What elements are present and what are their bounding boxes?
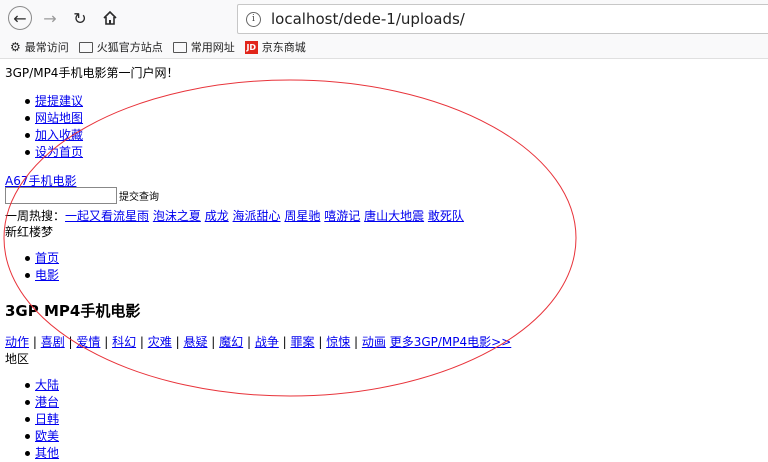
genre-separator: |: [350, 335, 362, 349]
hot-search-link[interactable]: 海派甜心: [233, 209, 281, 223]
genre-separator: |: [29, 335, 41, 349]
bookmarks-bar: ⚙ 最常访问 火狐官方站点 常用网址 JD 京东商城: [0, 36, 768, 59]
region-item-link[interactable]: 大陆: [35, 378, 59, 392]
bookmark-most-visited[interactable]: ⚙ 最常访问: [10, 39, 69, 55]
arrow-right-icon: →: [43, 8, 57, 28]
hot-search: 一周热搜：一起又看流星雨 泡沫之夏 成龙 海派甜心 周星驰 嘻游记 唐山大地震 …: [5, 207, 464, 224]
region-item: 其他: [5, 445, 59, 462]
folder-icon: [172, 41, 187, 53]
region-item-link[interactable]: 欧美: [35, 429, 59, 443]
back-button[interactable]: ←: [8, 6, 32, 30]
submit-query-button[interactable]: 提交查询: [119, 188, 159, 203]
hot-search-link[interactable]: 泡沫之夏: [153, 209, 201, 223]
genre-link[interactable]: 喜剧: [41, 335, 65, 349]
hot-search-link[interactable]: 周星驰: [284, 209, 320, 223]
home-icon: [103, 10, 117, 25]
genre-links: 动作 | 喜剧 | 爱情 | 科幻 | 灾难 | 悬疑 | 魔幻 | 战争 | …: [5, 333, 511, 350]
featured-title: 新红楼梦: [5, 225, 54, 239]
bookmark-jd[interactable]: JD 京东商城: [244, 39, 306, 55]
hot-search-link[interactable]: 成龙: [205, 209, 229, 223]
tagline: 3GP/MP4手机电影第一门户网！: [5, 66, 179, 80]
top-link-item: 提提建议: [5, 93, 83, 110]
reload-icon: ↻: [73, 8, 87, 28]
region-item: 大陆: [5, 377, 59, 394]
genre-separator: |: [314, 335, 327, 349]
genre-link[interactable]: 灾难: [148, 335, 172, 349]
region-list: 大陆港台日韩欧美其他: [5, 377, 59, 462]
genre-separator: |: [100, 335, 113, 349]
genre-link[interactable]: 科幻: [112, 335, 136, 349]
hot-search-link[interactable]: 嘻游记: [324, 209, 360, 223]
region-item: 欧美: [5, 428, 59, 445]
top-link-item: 加入收藏: [5, 127, 83, 144]
top-link-item: 网站地图: [5, 110, 83, 127]
genre-link[interactable]: 魔幻: [219, 335, 243, 349]
genre-link[interactable]: 悬疑: [183, 335, 207, 349]
nav-item-link[interactable]: 电影: [35, 268, 59, 282]
info-icon[interactable]: i: [246, 11, 261, 27]
search-input[interactable]: [5, 187, 117, 204]
url-text: localhost/dede-1/uploads/: [271, 10, 465, 28]
jd-icon: JD: [244, 40, 258, 54]
address-bar[interactable]: i localhost/dede-1/uploads/: [237, 4, 768, 34]
top-link-item-link[interactable]: 加入收藏: [35, 128, 83, 142]
nav-list: 首页 电影: [5, 250, 59, 284]
more-movies-link[interactable]: 更多3GP/MP4电影>>: [390, 335, 512, 349]
genre-link[interactable]: 动画: [362, 335, 386, 349]
genre-link[interactable]: 罪案: [291, 335, 315, 349]
top-link-item-link[interactable]: 提提建议: [35, 94, 83, 108]
gear-icon: ⚙: [10, 40, 21, 54]
bookmark-label: 最常访问: [24, 41, 69, 54]
genre-link[interactable]: 爱情: [76, 335, 100, 349]
genre-separator: |: [243, 335, 255, 349]
nav-item: 电影: [5, 267, 59, 284]
region-item-link[interactable]: 日韩: [35, 412, 59, 426]
bookmark-label: 火狐官方站点: [96, 41, 163, 54]
genre-separator: |: [136, 335, 148, 349]
browser-toolbar: ← → ↻ i localhost/dede-1/uploads/: [0, 0, 768, 36]
genre-link[interactable]: 战争: [255, 335, 279, 349]
bookmark-firefox-sites[interactable]: 火狐官方站点: [78, 39, 163, 55]
hot-search-link[interactable]: 敢死队: [428, 209, 464, 223]
top-link-item: 设为首页: [5, 144, 83, 161]
genre-separator: |: [64, 335, 77, 349]
region-item: 日韩: [5, 411, 59, 428]
home-button[interactable]: [98, 6, 122, 30]
bookmark-common-sites[interactable]: 常用网址: [172, 39, 235, 55]
genre-separator: |: [207, 335, 220, 349]
hot-search-label: 一周热搜：: [5, 209, 66, 223]
bookmark-label: 京东商城: [261, 41, 306, 54]
hot-search-link[interactable]: 一起又看流星雨: [65, 209, 149, 223]
genre-separator: |: [278, 335, 291, 349]
forward-button[interactable]: →: [38, 6, 62, 30]
top-link-item-link[interactable]: 网站地图: [35, 111, 83, 125]
region-label: 地区: [5, 352, 30, 366]
hot-search-items: 一起又看流星雨 泡沫之夏 成龙 海派甜心 周星驰 嘻游记 唐山大地震 敢死队: [65, 209, 464, 223]
folder-icon: [78, 41, 93, 53]
genre-link[interactable]: 惊悚: [326, 335, 350, 349]
nav-item: 首页: [5, 250, 59, 267]
section-title: 3GP MP4手机电影: [5, 302, 141, 320]
hot-search-link[interactable]: 唐山大地震: [364, 209, 424, 223]
top-link-item-link[interactable]: 设为首页: [35, 145, 83, 159]
region-item: 港台: [5, 394, 59, 411]
genre-link[interactable]: 动作: [5, 335, 29, 349]
bookmark-label: 常用网址: [190, 41, 235, 54]
arrow-left-icon: ←: [13, 8, 27, 28]
genre-separator: |: [171, 335, 184, 349]
region-item-link[interactable]: 其他: [35, 446, 59, 460]
region-item-link[interactable]: 港台: [35, 395, 59, 409]
nav-item-link[interactable]: 首页: [35, 251, 59, 265]
reload-button[interactable]: ↻: [68, 6, 92, 30]
top-links-list: 提提建议网站地图加入收藏设为首页: [5, 93, 83, 161]
